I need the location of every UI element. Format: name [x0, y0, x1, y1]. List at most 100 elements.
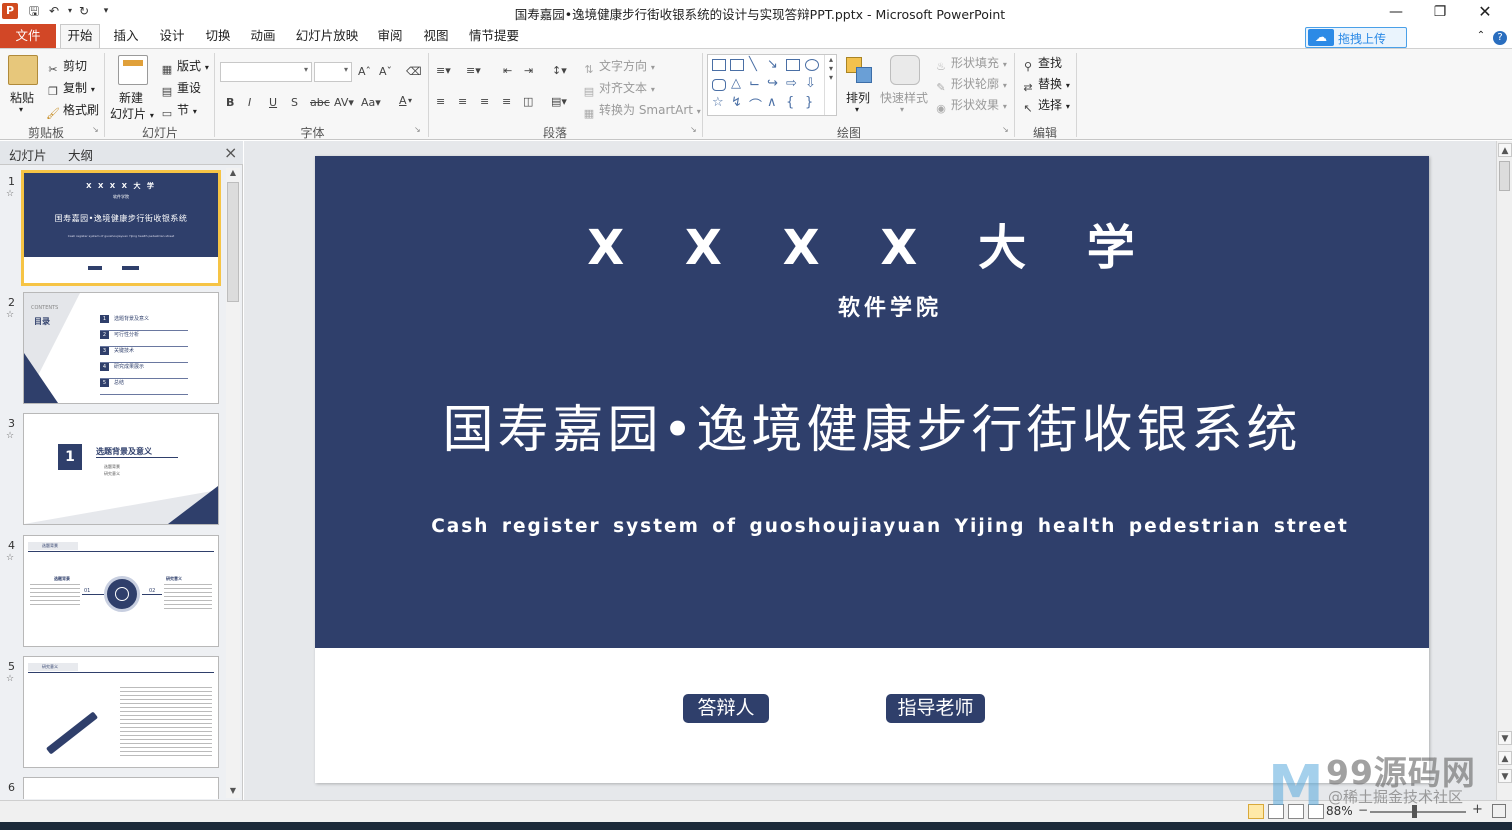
paste-icon[interactable]: [8, 55, 38, 85]
shape-outline-button[interactable]: ✎ 形状轮廓 ▾: [934, 75, 1006, 95]
tab-insert[interactable]: 插入: [108, 24, 144, 48]
scroll-down-icon[interactable]: ▼: [227, 786, 239, 798]
arrange-icon[interactable]: [846, 57, 876, 87]
clear-format-icon[interactable]: ⌫: [406, 65, 422, 78]
decrease-indent-icon[interactable]: ⇤: [503, 64, 512, 77]
align-right-icon[interactable]: ≡: [480, 95, 489, 108]
customize-toolbar-icon[interactable]: ▾: [98, 3, 114, 19]
drawing-launcher-icon[interactable]: ↘: [1002, 125, 1009, 134]
text-box-icon[interactable]: ▤▾: [551, 95, 567, 108]
tab-file[interactable]: 文件: [0, 24, 56, 48]
shape-rectangle-icon[interactable]: [786, 59, 800, 71]
paste-button[interactable]: 粘贴: [10, 89, 34, 106]
powerpoint-logo-icon[interactable]: P: [2, 3, 18, 19]
advisor-label[interactable]: 指导老师: [886, 694, 985, 723]
slide-thumbnail-2[interactable]: CONTENTS 目录 1 选题背景及意义 2 可行性分析 3 关键技术 4 研究成果展…: [23, 292, 219, 404]
slide-subtitle[interactable]: Cash register system of guoshoujiayuan Y…: [315, 516, 1465, 537]
find-button[interactable]: ⚲ 查找: [1021, 54, 1062, 74]
layout-button[interactable]: ▦ 版式 ▾: [160, 57, 209, 77]
clipboard-launcher-icon[interactable]: ↘: [92, 125, 99, 134]
align-left-icon[interactable]: ≡: [436, 95, 445, 108]
scroll-up-icon[interactable]: ▲: [1498, 143, 1512, 157]
defender-label[interactable]: 答辩人: [683, 694, 769, 723]
shape-star-icon[interactable]: ☆: [712, 95, 724, 110]
numbering-icon[interactable]: ≡▾: [466, 64, 481, 77]
shape-right-brace-icon[interactable]: }: [805, 95, 813, 110]
font-launcher-icon[interactable]: ↘: [414, 125, 421, 134]
redo-icon[interactable]: ↻: [76, 3, 92, 19]
format-painter-button[interactable]: 🖌 格式刷: [46, 101, 99, 121]
save-icon[interactable]: 🖫: [26, 3, 42, 19]
thumbnail-scrollbar[interactable]: ▲ ▼: [226, 168, 240, 798]
shape-arrow-icon[interactable]: ↘: [767, 57, 778, 72]
vertical-scrollbar[interactable]: ▲ ▼ ▲ ▼: [1496, 141, 1512, 800]
scroll-up-icon[interactable]: ▲: [227, 168, 239, 180]
paste-dropdown-icon[interactable]: ▾: [19, 105, 23, 114]
slide-thumbnail-1[interactable]: X X X X 大 学 软件学院 国寿嘉园•逸境健康步行街收银系统 Cash r…: [21, 170, 221, 286]
tab-slides[interactable]: 幻灯片: [9, 145, 47, 164]
shape-freeform-icon[interactable]: ∧: [767, 95, 777, 110]
tab-animations[interactable]: 动画: [245, 24, 281, 48]
normal-view-icon[interactable]: [1248, 804, 1264, 819]
underline-icon[interactable]: U: [269, 96, 277, 109]
align-center-icon[interactable]: ≡: [458, 95, 467, 108]
reset-button[interactable]: ▤ 重设: [160, 79, 201, 99]
tab-outline[interactable]: 大纲: [68, 145, 93, 164]
slide-thumbnail-6[interactable]: [23, 777, 219, 799]
previous-slide-icon[interactable]: ▲: [1498, 751, 1512, 765]
char-spacing-icon[interactable]: AV▾: [334, 96, 354, 109]
paragraph-launcher-icon[interactable]: ↘: [690, 125, 697, 134]
upload-button[interactable]: ☁ 拖拽上传: [1305, 27, 1407, 48]
new-slide-label-line1[interactable]: 新建: [119, 89, 143, 106]
shape-lightning-icon[interactable]: ↯: [731, 95, 742, 110]
shape-down-arrow-icon[interactable]: ⇩: [805, 76, 816, 91]
shape-effects-button[interactable]: ◉ 形状效果 ▾: [934, 96, 1007, 116]
close-pane-icon[interactable]: ×: [224, 143, 237, 162]
shape-elbow-arrow-icon[interactable]: ↪: [767, 76, 778, 91]
tab-design[interactable]: 设计: [154, 24, 190, 48]
arrange-button[interactable]: 排列: [846, 89, 870, 106]
tab-transitions[interactable]: 切换: [200, 24, 236, 48]
tab-storyboarding[interactable]: 情节提要: [464, 24, 524, 48]
slide-thumbnail-3[interactable]: 1 选题背景及意义 选题背景 研究意义: [23, 413, 219, 525]
quick-styles-dropdown-icon[interactable]: ▾: [900, 105, 904, 114]
new-slide-label-line2[interactable]: 幻灯片 ▾: [110, 105, 154, 122]
close-window-button[interactable]: ✕: [1470, 2, 1500, 22]
line-spacing-icon[interactable]: ↕▾: [552, 64, 567, 77]
align-text-button[interactable]: ▤ 对齐文本 ▾: [582, 79, 655, 99]
undo-icon[interactable]: ↶: [46, 3, 62, 19]
italic-icon[interactable]: I: [248, 96, 251, 109]
collapse-ribbon-icon[interactable]: ⌃: [1474, 24, 1488, 48]
shrink-font-icon[interactable]: Aˇ: [379, 65, 392, 78]
shape-right-arrow-icon[interactable]: ⇨: [786, 76, 797, 91]
current-slide[interactable]: X X X X 大 学 软件学院 国寿嘉园•逸境健康步行街收银系统 Cash r…: [315, 156, 1429, 783]
university-name[interactable]: X X X X 大 学: [315, 208, 1429, 278]
cut-button[interactable]: ✂ 剪切: [46, 57, 87, 77]
scroll-thumb[interactable]: [227, 182, 239, 302]
shapes-gallery-scroll[interactable]: ▴ ▾ ▾: [824, 55, 837, 115]
shape-triangle-icon[interactable]: △: [731, 76, 741, 91]
slide-title[interactable]: 国寿嘉园•逸境健康步行街收银系统: [315, 388, 1429, 462]
columns-icon[interactable]: ◫: [523, 95, 533, 108]
increase-indent-icon[interactable]: ⇥: [524, 64, 533, 77]
justify-icon[interactable]: ≡: [502, 95, 511, 108]
scroll-thumb[interactable]: [1499, 161, 1510, 191]
tab-review[interactable]: 审阅: [372, 24, 408, 48]
scroll-down-icon[interactable]: ▼: [1498, 731, 1512, 745]
change-case-icon[interactable]: Aa▾: [361, 96, 381, 109]
grow-font-icon[interactable]: Aˆ: [358, 65, 371, 78]
convert-smartart-button[interactable]: ▦ 转换为 SmartArt ▾: [582, 101, 701, 121]
font-color-icon[interactable]: A: [399, 94, 407, 107]
restore-button[interactable]: ❐: [1425, 2, 1455, 22]
shape-left-brace-icon[interactable]: {: [786, 95, 794, 110]
arrange-dropdown-icon[interactable]: ▾: [855, 105, 859, 114]
font-size-box[interactable]: ▾: [314, 62, 352, 82]
tab-home[interactable]: 开始: [60, 24, 100, 48]
select-button[interactable]: ↖ 选择 ▾: [1021, 96, 1069, 116]
college-name[interactable]: 软件学院: [315, 290, 1465, 322]
new-slide-icon[interactable]: [118, 55, 148, 85]
shape-elbow-icon[interactable]: ⌙: [749, 76, 760, 91]
tab-slideshow[interactable]: 幻灯片放映: [291, 24, 363, 48]
bold-icon[interactable]: B: [226, 96, 234, 109]
quick-styles-icon[interactable]: [890, 55, 920, 85]
